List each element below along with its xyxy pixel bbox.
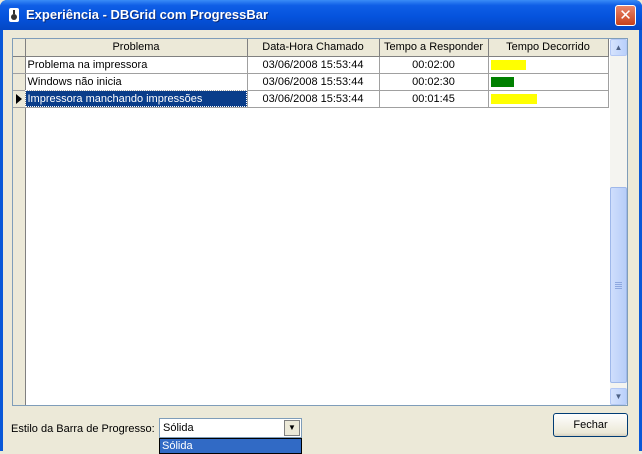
table-row[interactable]: Impressora manchando impressões 03/06/200… <box>13 90 609 108</box>
grid-header-row: Problema Data-Hora Chamado Tempo a Respo… <box>13 39 609 57</box>
app-icon <box>9 8 19 22</box>
grid-table: Problema Data-Hora Chamado Tempo a Respo… <box>13 39 609 405</box>
cell-tempo-responder[interactable]: 00:01:45 <box>379 90 489 108</box>
empty-row <box>13 328 608 345</box>
row-indicator[interactable] <box>13 90 26 108</box>
cell-problema[interactable]: Windows não inicia <box>25 73 248 91</box>
scroll-up-button[interactable]: ▲ <box>610 39 627 56</box>
close-button[interactable]: Fechar <box>553 413 628 437</box>
table-row[interactable]: Problema na impressora 03/06/2008 15:53:4… <box>13 56 609 74</box>
empty-row <box>13 243 608 260</box>
cell-data-hora[interactable]: 03/06/2008 15:53:44 <box>247 90 380 108</box>
empty-row <box>13 277 608 294</box>
column-header-tempo-decorrido[interactable]: Tempo Decorrido <box>488 39 609 57</box>
title-bar[interactable]: Experiência - DBGrid com ProgressBar ✕ <box>0 0 642 30</box>
combo-dropdown-button[interactable]: ▼ <box>284 420 300 436</box>
table-row[interactable]: Windows não inicia 03/06/2008 15:53:44 00:… <box>13 73 609 91</box>
progress-bar <box>490 76 514 87</box>
progress-style-combobox[interactable]: Sólida ▼ <box>159 418 302 438</box>
empty-row <box>13 260 608 277</box>
empty-row <box>13 107 608 124</box>
cell-tempo-responder[interactable]: 00:02:30 <box>379 73 489 91</box>
empty-row <box>13 396 608 405</box>
row-indicator[interactable] <box>13 56 26 74</box>
indicator-header <box>13 39 26 57</box>
progress-style-label: Estilo da Barra de Progresso: <box>11 423 155 435</box>
scroll-down-button[interactable]: ▼ <box>610 388 627 405</box>
empty-row <box>13 226 608 243</box>
cell-tempo-decorrido[interactable] <box>488 56 609 74</box>
cell-problema[interactable]: Impressora manchando impressões <box>25 90 248 108</box>
empty-row <box>13 209 608 226</box>
cell-data-hora[interactable]: 03/06/2008 15:53:44 <box>247 56 380 74</box>
cell-data-hora[interactable]: 03/06/2008 15:53:44 <box>247 73 380 91</box>
empty-row <box>13 158 608 175</box>
column-header-tempo-responder[interactable]: Tempo a Responder <box>379 39 489 57</box>
empty-row <box>13 294 608 311</box>
grid-vertical-scrollbar[interactable]: ▲ ▼ <box>610 39 627 405</box>
empty-row <box>13 175 608 192</box>
empty-row <box>13 192 608 209</box>
scroll-thumb[interactable] <box>610 187 627 383</box>
current-row-arrow-icon <box>15 93 22 104</box>
row-indicator[interactable] <box>13 73 26 91</box>
cell-tempo-decorrido[interactable] <box>488 73 609 91</box>
cell-tempo-decorrido[interactable] <box>488 90 609 108</box>
cell-problema[interactable]: Problema na impressora <box>25 56 248 74</box>
combo-selected-value: Sólida <box>163 422 194 434</box>
client-area: Problema Data-Hora Chamado Tempo a Respo… <box>3 30 639 454</box>
window-title: Experiência - DBGrid com ProgressBar <box>26 7 269 22</box>
progress-bar <box>490 59 526 70</box>
close-window-button[interactable]: ✕ <box>615 5 636 26</box>
db-grid[interactable]: Problema Data-Hora Chamado Tempo a Respo… <box>12 38 628 406</box>
empty-row <box>13 141 608 158</box>
empty-row <box>13 124 608 141</box>
column-header-data-hora[interactable]: Data-Hora Chamado <box>247 39 380 57</box>
empty-row <box>13 379 608 396</box>
combo-dropdown-list: Sólida <box>159 438 302 454</box>
app-window: Experiência - DBGrid com ProgressBar ✕ P… <box>0 0 642 454</box>
cell-tempo-responder[interactable]: 00:02:00 <box>379 56 489 74</box>
empty-row <box>13 362 608 379</box>
empty-row <box>13 311 608 328</box>
empty-row <box>13 345 608 362</box>
column-header-problema[interactable]: Problema <box>25 39 248 57</box>
progress-bar <box>490 93 537 104</box>
